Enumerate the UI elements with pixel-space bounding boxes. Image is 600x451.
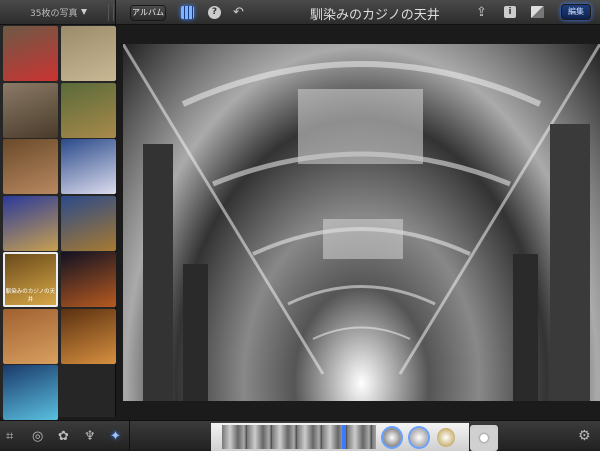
effects-tray [211,423,469,451]
photo-thumbnail[interactable] [61,26,116,81]
photo-thumbnail[interactable] [3,308,58,364]
sidebar-resize-handle[interactable] [108,4,114,21]
photo-count-label[interactable]: 35枚の写真 [30,6,77,19]
edit-button[interactable]: 編集 [561,4,591,20]
photo-thumbnail[interactable] [3,26,58,81]
bottom-toolbar: ⌗ ◎ ✿ ♆ ✦ ⚙ [0,420,600,451]
color-palette-icon[interactable]: ✿ [58,429,69,444]
top-toolbar: 35枚の写真 アルバム ? ↶ 馴染みのカジノの天井 ⇪ i 編集 [0,0,600,25]
share-icon[interactable]: ⇪ [476,5,487,20]
gear-icon[interactable]: ⚙ [578,428,591,444]
undo-icon[interactable]: ↶ [233,5,244,20]
effects-icon[interactable]: ✦ [110,429,121,444]
photo-thumbnail[interactable]: 馴染みのカジノの天井 [3,252,58,307]
crop-icon[interactable]: ⌗ [6,429,13,444]
show-thumbnails-button[interactable] [470,425,498,451]
photo-thumbnail[interactable] [3,195,58,251]
photo-thumbnail[interactable] [61,252,116,307]
photo-browser-sidebar: 馴染みのカジノの天井 [0,25,116,420]
photo-thumbnail[interactable] [3,365,58,420]
toolbar-divider [129,421,130,451]
photo-thumbnail[interactable] [61,139,116,194]
main-photo[interactable] [123,44,600,401]
photo-thumbnail[interactable] [3,82,58,138]
photo-thumbnail[interactable] [3,139,58,194]
dropdown-triangle-icon[interactable] [81,9,87,15]
grid-view-icon[interactable] [181,6,194,19]
filmstrip-selector[interactable] [342,425,345,449]
effect-filmstrip[interactable] [222,425,376,449]
photo-thumbnail[interactable] [61,82,116,138]
exposure-icon[interactable]: ◎ [32,429,43,444]
effect-swatch[interactable] [410,428,428,447]
dot-icon [480,434,488,442]
ceiling-photo-art [123,44,600,401]
photo-title: 馴染みのカジノの天井 [310,8,440,23]
effect-swatch[interactable] [437,428,455,447]
compare-icon[interactable] [531,6,544,18]
thumbnail-caption: 馴染みのカジノの天井 [5,289,56,303]
effect-swatch[interactable] [383,428,401,447]
brushes-icon[interactable]: ♆ [84,429,96,444]
photo-thumbnail[interactable] [61,308,116,364]
photo-thumbnail[interactable] [61,195,116,251]
help-icon[interactable]: ? [208,6,221,19]
sidebar-header: 35枚の写真 [0,0,116,25]
info-icon[interactable]: i [504,6,516,18]
albums-back-button[interactable]: アルバム [130,5,166,21]
